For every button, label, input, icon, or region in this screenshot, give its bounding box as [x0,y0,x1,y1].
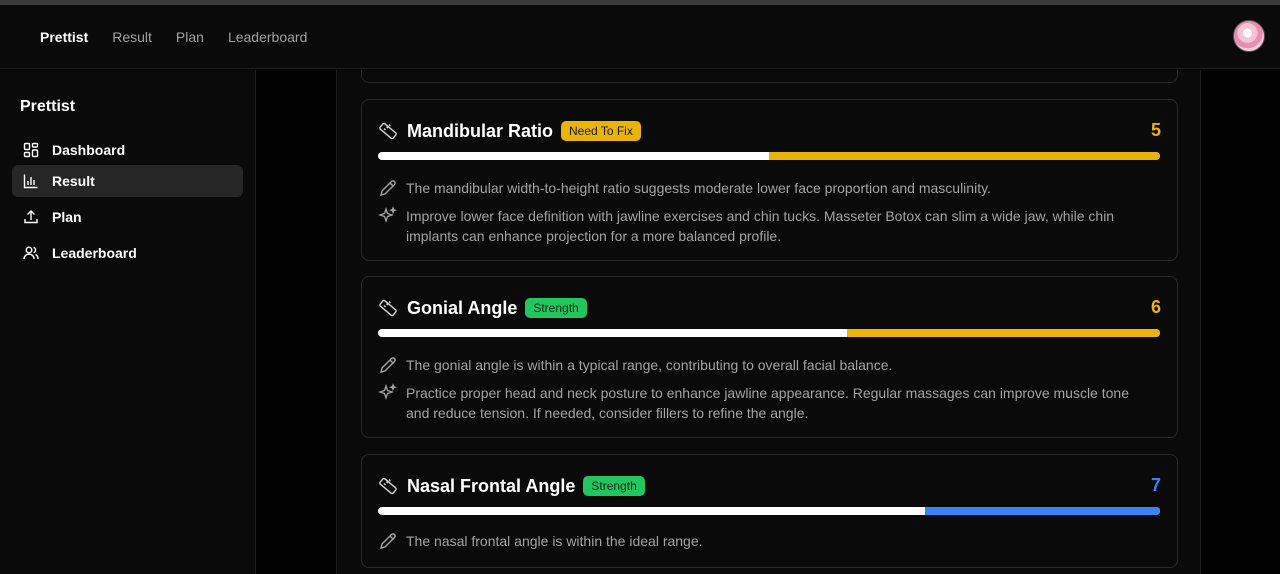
advice-text: Practice proper head and neck posture to… [406,385,1129,421]
card-title: Mandibular Ratio [407,120,554,141]
score-progress-fill [847,329,1160,337]
observation-text: The mandibular width-to-height ratio sug… [406,180,991,196]
sidebar-item-label: Plan [52,209,82,225]
sidebar-item-result[interactable]: Result [12,165,243,197]
card-title: Gonial Angle [407,297,518,318]
status-badge: Strength [583,476,645,496]
bar-chart-icon [22,172,40,190]
score-value: 7 [1150,475,1161,495]
sidebar-item-label: Result [52,173,95,189]
metric-card-nasal-frontal-angle: Nasal Frontal Angle Strength 7 The nasal… [361,454,1178,568]
score-value: 5 [1150,120,1161,140]
metric-card-gonial-angle: Gonial Angle Strength 6 The gonial angle… [361,276,1178,438]
card-title: Nasal Frontal Angle [407,475,576,496]
score-progress-fill [925,507,1160,515]
pencil-icon [378,355,398,375]
topnav-prettist[interactable]: Prettist [40,29,88,45]
score-progress-bar [378,329,1160,337]
advice-text: Improve lower face definition with jawli… [406,208,1115,244]
top-navbar: Prettist Result Plan Leaderboard [0,5,1280,69]
users-icon [22,244,40,262]
main-content[interactable]: Mandibular Ratio Need To Fix 5 The mandi… [256,70,1280,574]
top-nav: Prettist Result Plan Leaderboard [40,5,307,69]
pencil-icon [378,531,398,551]
sidebar-item-label: Dashboard [52,142,126,158]
sidebar-item-leaderboard[interactable]: Leaderboard [12,237,243,269]
sidebar-brand: Prettist [20,98,76,115]
card-header: Mandibular Ratio Need To Fix [378,120,641,142]
results-panel: Mandibular Ratio Need To Fix 5 The mandi… [336,70,1201,574]
sparkles-icon [377,206,398,226]
score-progress-bar [378,152,1160,160]
score-progress-fill [769,152,1160,160]
ruler-icon [378,475,400,497]
card-header: Nasal Frontal Angle Strength [378,475,645,497]
sidebar-item-label: Leaderboard [52,245,137,261]
avatar[interactable] [1233,20,1265,52]
upload-icon [22,208,40,226]
status-badge: Need To Fix [561,121,641,141]
observation-row: The nasal frontal angle is within the id… [378,531,1138,551]
sparkles-icon [377,383,398,403]
dashboard-icon [22,141,40,159]
topnav-plan[interactable]: Plan [176,29,204,45]
sidebar: Prettist Dashboard Result Plan Leaderboa… [0,70,256,574]
metric-card-mandibular-ratio: Mandibular Ratio Need To Fix 5 The mandi… [361,99,1178,261]
status-badge: Strength [525,298,587,318]
observation-row: The mandibular width-to-height ratio sug… [378,178,1138,198]
card-header: Gonial Angle Strength [378,297,587,319]
pencil-icon [378,178,398,198]
score-progress-bar [378,507,1160,515]
topnav-result[interactable]: Result [112,29,152,45]
observation-text: The nasal frontal angle is within the id… [406,533,703,549]
observation-row: The gonial angle is within a typical ran… [378,355,1138,375]
ruler-icon [378,297,400,319]
sidebar-item-plan[interactable]: Plan [12,201,243,233]
ruler-icon [378,120,400,142]
advice-row: Practice proper head and neck posture to… [377,383,1138,423]
topnav-leaderboard[interactable]: Leaderboard [228,29,307,45]
previous-card [361,70,1178,83]
sidebar-item-dashboard[interactable]: Dashboard [12,134,243,166]
observation-text: The gonial angle is within a typical ran… [406,357,893,373]
advice-row: Improve lower face definition with jawli… [377,206,1138,246]
score-value: 6 [1150,297,1161,317]
